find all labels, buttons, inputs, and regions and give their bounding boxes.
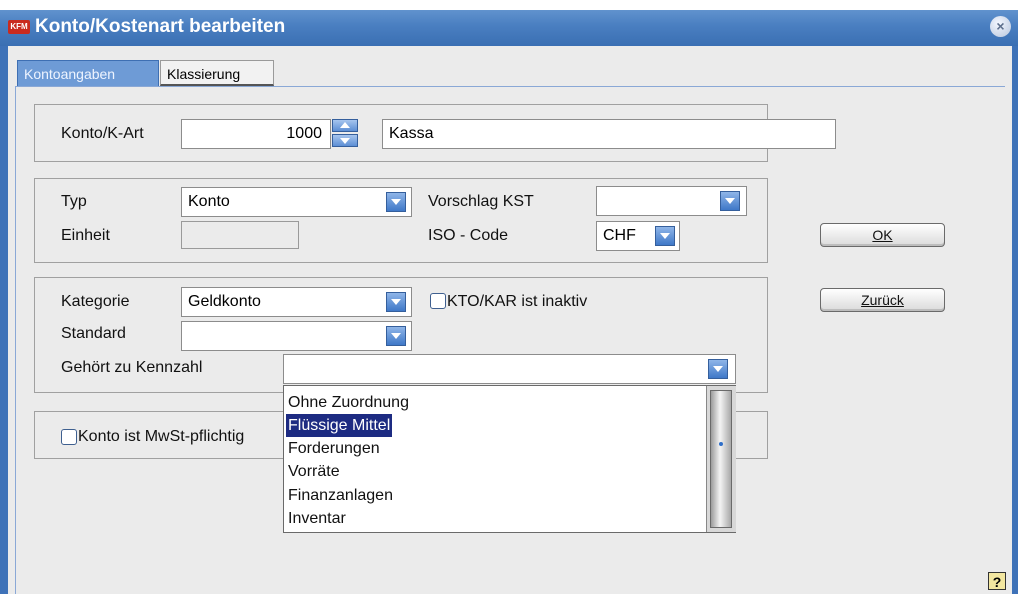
close-icon[interactable]: × xyxy=(990,16,1011,37)
kennzahl-select[interactable] xyxy=(283,354,736,384)
vorschlag-kst-dropdown-icon[interactable] xyxy=(720,191,740,211)
iso-code-label: ISO - Code xyxy=(428,227,509,244)
ok-button-label: OK xyxy=(872,227,893,243)
tab-kontoangaben[interactable]: Kontoangaben xyxy=(17,60,159,86)
iso-code-value: CHF xyxy=(603,227,636,244)
list-item[interactable]: Finanzanlagen xyxy=(286,484,395,507)
list-item[interactable]: Vorräte xyxy=(286,460,342,483)
window-right-border xyxy=(1012,46,1018,594)
standard-dropdown-icon[interactable] xyxy=(386,326,406,346)
vorschlag-kst-label: Vorschlag KST xyxy=(428,193,534,210)
inaktiv-checkbox-label[interactable]: KTO/KAR ist inaktiv xyxy=(447,293,587,311)
title-bar-top-strip xyxy=(0,0,1018,10)
zurueck-button-label: Zurück xyxy=(861,292,904,308)
typ-select-value: Konto xyxy=(188,193,230,210)
dropdown-scrollbar[interactable] xyxy=(706,386,736,532)
kategorie-dropdown-icon[interactable] xyxy=(386,292,406,312)
zurueck-button[interactable]: Zurück xyxy=(820,288,945,312)
konto-number-spinner[interactable] xyxy=(332,119,358,147)
einheit-field xyxy=(181,221,299,249)
standard-select[interactable] xyxy=(181,321,412,351)
konto-number-input[interactable]: 1000 xyxy=(181,119,331,149)
scrollbar-thumb[interactable] xyxy=(710,390,732,528)
mwst-checkbox[interactable] xyxy=(61,429,77,445)
kategorie-label: Kategorie xyxy=(61,293,130,310)
mwst-checkbox-label[interactable]: Konto ist MwSt-pflichtig xyxy=(78,428,244,446)
list-item-selected[interactable]: Flüssige Mittel xyxy=(286,414,393,437)
konto-name-input[interactable]: Kassa xyxy=(382,119,836,149)
scrollbar-grip-icon xyxy=(719,442,723,446)
typ-dropdown-icon[interactable] xyxy=(386,192,406,212)
window-left-border xyxy=(0,46,8,594)
help-icon[interactable]: ? xyxy=(988,572,1006,590)
list-item[interactable]: Inventar xyxy=(286,507,348,530)
list-item[interactable]: Forderungen xyxy=(286,437,382,460)
kennzahl-dropdown-icon[interactable] xyxy=(708,359,728,379)
standard-label: Standard xyxy=(61,325,126,342)
kennzahl-dropdown-list[interactable]: Ohne Zuordnung Flüssige Mittel Forderung… xyxy=(283,385,736,533)
inaktiv-checkbox[interactable] xyxy=(430,293,446,309)
window-title: Konto/Kostenart bearbeiten xyxy=(35,16,286,37)
spin-down-icon[interactable] xyxy=(332,134,358,147)
iso-code-dropdown-icon[interactable] xyxy=(655,226,675,246)
spin-up-icon[interactable] xyxy=(332,119,358,132)
einheit-label: Einheit xyxy=(61,227,110,244)
kategorie-select-value: Geldkonto xyxy=(188,293,261,310)
ok-button[interactable]: OK xyxy=(820,223,945,247)
kennzahl-label: Gehört zu Kennzahl xyxy=(61,359,203,376)
list-item[interactable]: Ohne Zuordnung xyxy=(286,391,411,414)
app-logo-icon: KFM xyxy=(8,20,30,34)
tab-klassierung[interactable]: Klassierung xyxy=(160,60,274,86)
typ-label: Typ xyxy=(61,193,87,210)
konto-label: Konto/K-Art xyxy=(61,125,144,142)
typ-select[interactable]: Konto xyxy=(181,187,412,217)
dialog-window: KFM Konto/Kostenart bearbeiten × Kontoan… xyxy=(0,0,1018,594)
kategorie-select[interactable]: Geldkonto xyxy=(181,287,412,317)
